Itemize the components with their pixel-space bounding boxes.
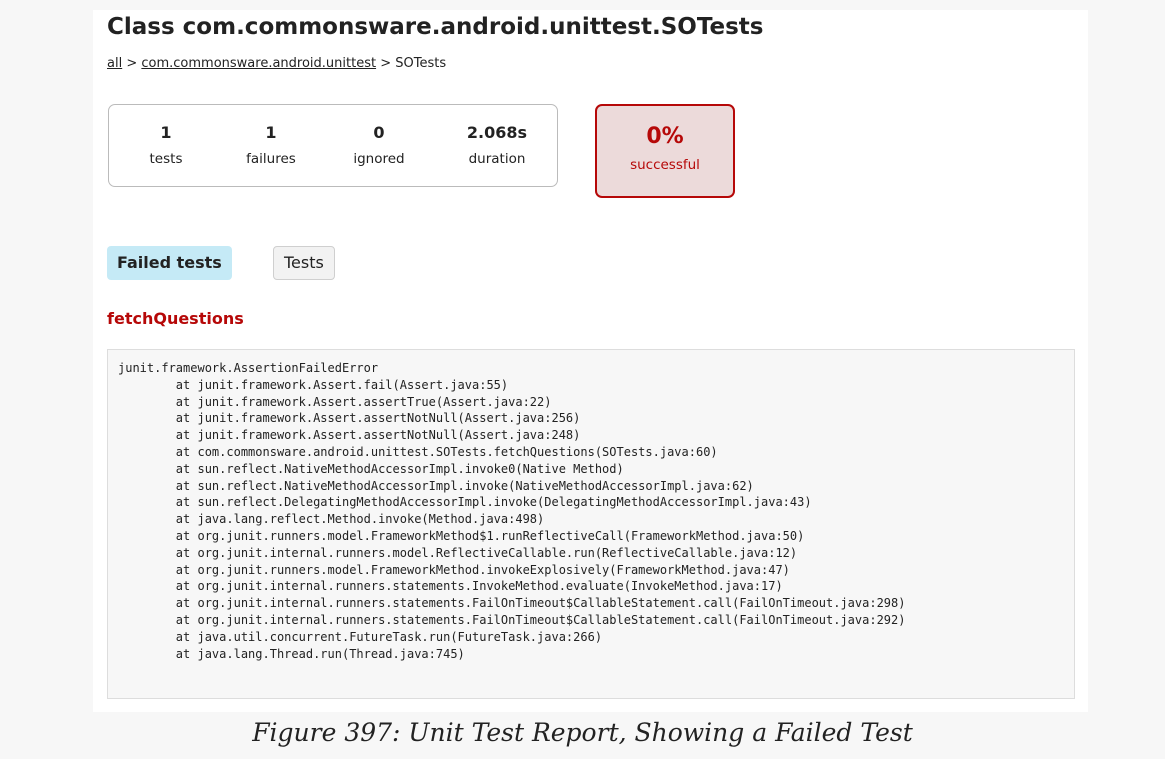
counter-tests-label: tests	[149, 151, 183, 167]
success-rate-box: 0% successful	[595, 104, 735, 198]
success-rate-value: 0%	[646, 124, 684, 149]
breadcrumb-separator: >	[122, 56, 142, 71]
counter-failures-value: 1	[265, 123, 277, 142]
stack-trace: junit.framework.AssertionFailedError at …	[107, 349, 1075, 699]
counter-tests-value: 1	[160, 123, 172, 142]
counter-ignored: 0 ignored	[324, 123, 434, 167]
success-rate-label: successful	[630, 157, 700, 173]
tab-failed-tests[interactable]: Failed tests	[107, 246, 232, 280]
figure-caption: Figure 397: Unit Test Report, Showing a …	[252, 718, 913, 747]
counter-tests: 1 tests	[111, 123, 221, 167]
breadcrumb: all > com.commonsware.android.unittest >…	[107, 56, 446, 71]
failed-test-name: fetchQuestions	[107, 309, 244, 328]
counter-failures-label: failures	[246, 151, 296, 167]
counter-duration: 2.068s duration	[442, 123, 552, 167]
page-title: Class com.commonsware.android.unittest.S…	[107, 14, 764, 40]
breadcrumb-link-package[interactable]: com.commonsware.android.unittest	[141, 56, 376, 71]
summary-counters-box: 1 tests 1 failures 0 ignored 2.068s dura…	[108, 104, 558, 187]
counter-ignored-value: 0	[373, 123, 385, 142]
breadcrumb-separator: >	[376, 56, 396, 71]
tab-tests[interactable]: Tests	[273, 246, 335, 280]
counter-duration-label: duration	[468, 151, 526, 167]
breadcrumb-link-all[interactable]: all	[107, 56, 122, 71]
counter-ignored-label: ignored	[353, 151, 405, 167]
counter-failures: 1 failures	[216, 123, 326, 167]
counter-duration-value: 2.068s	[466, 123, 528, 142]
breadcrumb-current: SOTests	[395, 56, 447, 71]
